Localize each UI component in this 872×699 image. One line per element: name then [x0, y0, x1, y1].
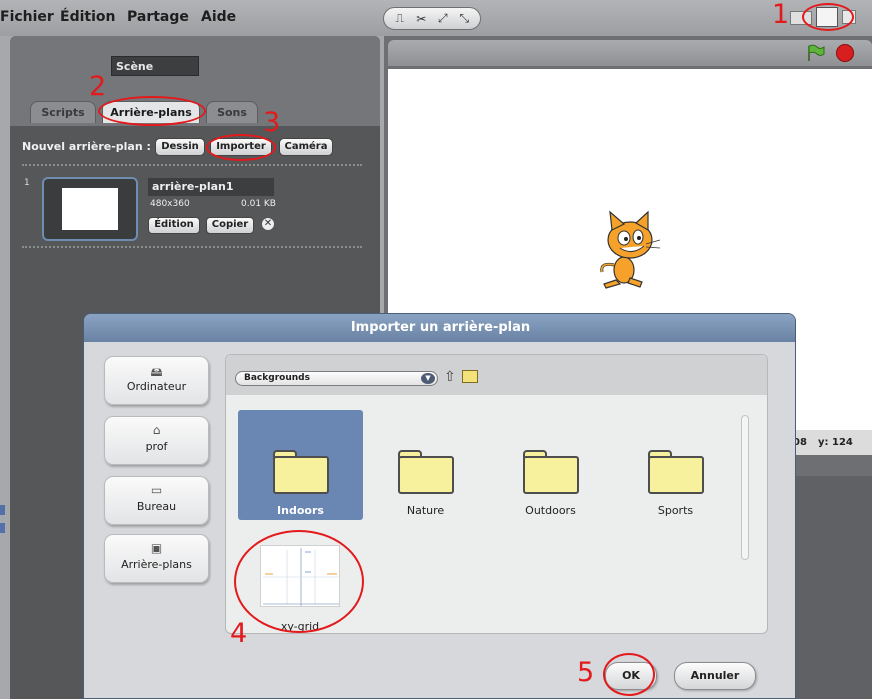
folder-item-outdoors[interactable]: Outdoors — [488, 410, 613, 520]
annotation-2: 2 — [89, 71, 107, 102]
annotation-oval-3 — [206, 134, 276, 161]
annotation-oval-4 — [234, 530, 364, 633]
folder-icon — [272, 450, 329, 494]
costume-thumbnail[interactable] — [42, 177, 138, 241]
costume-number: 1 — [24, 178, 30, 188]
new-background-label: Nouvel arrière-plan : — [22, 140, 151, 153]
stamp-icon[interactable]: ⎍ — [391, 11, 409, 27]
folder-icon — [397, 450, 454, 494]
tab-sons[interactable]: Sons — [206, 101, 258, 123]
backgrounds-folder-icon: ▣ — [150, 541, 163, 555]
edit-costume-button[interactable]: Édition — [148, 217, 200, 234]
location-ordinateur[interactable]: 🖴 Ordinateur — [104, 356, 209, 405]
edge-marker — [0, 505, 5, 515]
folder-item-indoors[interactable]: Indoors — [238, 410, 363, 520]
mouse-y-readout: y: 124 — [818, 437, 853, 448]
folder-item-nature[interactable]: Nature — [363, 410, 488, 520]
location-arriere-plans[interactable]: ▣ Arrière-plans — [104, 534, 209, 583]
annotation-oval-1 — [802, 3, 854, 31]
new-folder-icon[interactable] — [462, 370, 478, 383]
menu-aide[interactable]: Aide — [201, 9, 236, 25]
folder-icon: ▭ — [150, 483, 163, 497]
annotation-4: 4 — [230, 618, 248, 649]
grow-icon[interactable]: ⤢ — [434, 11, 452, 27]
delete-costume-icon[interactable]: ✕ — [261, 217, 275, 231]
paint-button[interactable]: Dessin — [155, 138, 205, 156]
browser-toolbar: Backgrounds ▼ ⇧ — [226, 355, 767, 395]
stage-header — [388, 40, 872, 66]
location-label: Bureau — [136, 500, 177, 513]
item-label: Indoors — [277, 504, 324, 517]
scene-name-field[interactable]: Scène — [111, 56, 199, 76]
folder-item-sports[interactable]: Sports — [613, 410, 738, 520]
folder-icon — [522, 450, 579, 494]
location-label: prof — [145, 440, 168, 453]
cancel-button[interactable]: Annuler — [674, 662, 756, 690]
shrink-icon[interactable]: ⤡ — [455, 11, 473, 27]
costume-name-field[interactable]: arrière-plan1 — [148, 178, 274, 196]
scissors-icon[interactable]: ✂ — [412, 11, 430, 27]
menu-partage[interactable]: Partage — [127, 9, 189, 25]
tab-scripts[interactable]: Scripts — [30, 101, 96, 123]
annotation-1: 1 — [772, 0, 790, 30]
location-bureau[interactable]: ▭ Bureau — [104, 476, 209, 525]
chevron-down-icon: ▼ — [421, 373, 435, 384]
computer-icon: 🖴 — [150, 365, 163, 379]
annotation-oval-5 — [603, 653, 655, 696]
annotation-oval-2 — [98, 96, 206, 126]
stop-icon[interactable] — [836, 44, 854, 62]
annotation-5: 5 — [577, 657, 595, 688]
menu-bar: Fichier Édition Partage Aide ⎍ ✂ ⤢ ⤡ — [0, 0, 872, 36]
location-label: Ordinateur — [126, 380, 187, 393]
home-icon: ⌂ — [152, 423, 161, 437]
menu-fichier[interactable]: Fichier — [0, 9, 54, 25]
folder-dropdown-value: Backgrounds — [244, 373, 310, 383]
sprite-tools: ⎍ ✂ ⤢ ⤡ — [383, 7, 481, 30]
divider — [22, 164, 362, 166]
up-folder-icon[interactable]: ⇧ — [444, 369, 456, 385]
menu-edition[interactable]: Édition — [60, 9, 115, 25]
costume-preview — [62, 188, 118, 230]
annotation-3: 3 — [263, 107, 281, 138]
location-label: Arrière-plans — [121, 558, 192, 571]
item-label: Sports — [657, 504, 694, 517]
divider — [22, 246, 362, 248]
item-label: Outdoors — [525, 504, 576, 517]
folder-dropdown[interactable]: Backgrounds ▼ — [235, 371, 438, 386]
cat-sprite[interactable] — [594, 210, 666, 290]
edge-marker — [0, 523, 5, 533]
camera-button[interactable]: Caméra — [279, 138, 333, 156]
item-label: Nature — [406, 504, 445, 517]
folder-icon — [647, 450, 704, 494]
green-flag-icon[interactable] — [806, 44, 826, 62]
location-prof[interactable]: ⌂ prof — [104, 416, 209, 465]
vertical-scrollbar[interactable] — [741, 415, 749, 560]
copy-costume-button[interactable]: Copier — [206, 217, 254, 234]
costume-file-size: 0.01 KB — [241, 199, 276, 209]
dialog-title: Importer un arrière-plan — [84, 314, 795, 342]
import-background-dialog: Importer un arrière-plan 🖴 Ordinateur ⌂ … — [83, 313, 796, 699]
costume-dimensions: 480x360 — [150, 199, 190, 209]
